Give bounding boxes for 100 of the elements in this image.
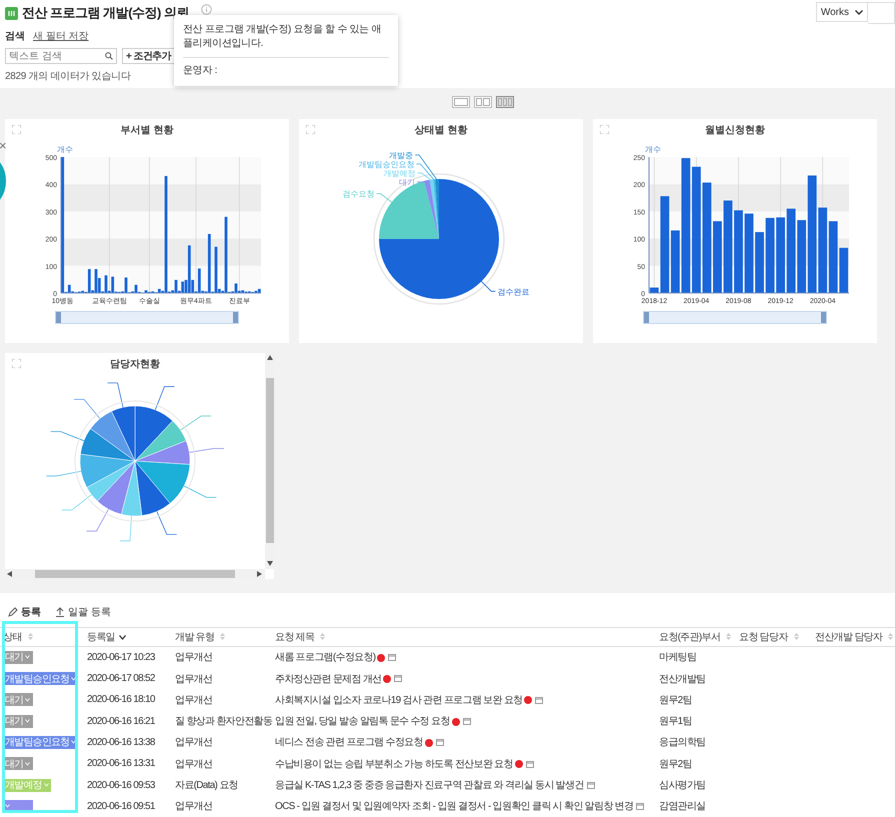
table-cell-text: 자료(Data) 요청: [174, 779, 239, 794]
request-title-link[interactable]: 주차정산관련 문제점 개선: [275, 674, 382, 685]
slice-label: 개발팀승인요청: [358, 160, 414, 169]
request-title-link[interactable]: 사회복지시설 입소자 코로나19 검사 관련 프로그램 보완 요청: [275, 694, 522, 706]
table-cell-text: 원무1팀: [658, 715, 693, 730]
slice-label: 개발중: [389, 150, 414, 160]
bar: [755, 232, 764, 293]
leader-line: [180, 415, 212, 430]
table-cell-text: 원무2팀: [658, 694, 693, 708]
table-cell-text: 업무개선: [174, 758, 214, 772]
table-cell-text: 2020-06-16 09:53: [86, 778, 156, 793]
horizontal-scrollbar[interactable]: [5, 568, 265, 579]
slice-label: 검수요청: [342, 189, 375, 198]
leader-line: [107, 382, 124, 408]
slice-label: 검수완료: [497, 286, 530, 296]
slice-label: 개발예정: [384, 168, 416, 178]
range-slider[interactable]: [643, 310, 827, 324]
request-title-link[interactable]: OCS - 입원 결정서 및 입원예약자 조회 - 입원 결정서 - 입원확인 클릭 시 확인 알림창 변경: [275, 801, 634, 812]
leader-line: [46, 470, 82, 476]
info-icon[interactable]: [201, 4, 212, 14]
vertical-scrollbar[interactable]: [265, 352, 275, 569]
leader-line: [376, 192, 393, 203]
window-icon[interactable]: [394, 675, 402, 682]
expand-icon[interactable]: [306, 124, 315, 134]
table-cell-text: 전산개발팀: [658, 672, 707, 687]
leader-line: [188, 448, 224, 452]
leader-line: [120, 515, 132, 541]
save-filter-link[interactable]: 새 필터 저장: [33, 29, 89, 43]
table-cell-text: 업무개선: [174, 736, 214, 750]
window-icon[interactable]: [586, 782, 595, 789]
table-cell-text: 감염관리실: [658, 800, 707, 814]
sort-desc-icon[interactable]: [118, 634, 126, 640]
upload-icon[interactable]: [55, 606, 65, 617]
request-title-link[interactable]: 입원 전일, 당일 발송 알림톡 문수 수정 요청: [275, 716, 450, 728]
column-header[interactable]: 요청 담당자: [736, 627, 812, 646]
window-icon[interactable]: [436, 739, 444, 746]
range-slider[interactable]: [55, 310, 239, 324]
sort-icon[interactable]: [320, 632, 326, 640]
leader-line: [61, 494, 92, 510]
expand-icon[interactable]: [12, 358, 21, 368]
table-cell-text: 2020-06-16 09:51: [86, 800, 156, 814]
chevron-down-icon[interactable]: [855, 10, 863, 14]
column-header[interactable]: 등록일: [84, 627, 172, 646]
table-cell-text: 2020-06-16 13:31: [86, 757, 156, 772]
sort-icon[interactable]: [794, 632, 799, 640]
result-count: 2829 개의 데이터가 있습니다: [5, 70, 130, 83]
leader-line: [480, 280, 496, 292]
leader-line: [50, 430, 84, 441]
leader-line: [184, 485, 217, 498]
table-cell-text: 업무개선: [174, 694, 214, 708]
workspace-select[interactable]: Works: [816, 2, 868, 22]
layout-toggle[interactable]: [496, 96, 514, 108]
table-cell-text: 질 향상과 환자안전활동: [174, 715, 272, 730]
layout-toggle[interactable]: [452, 96, 470, 108]
column-header[interactable]: 상태: [0, 627, 84, 646]
request-title-link[interactable]: 수납비용이 없는 승립 부분취소 가능 하도록 전산보완 요청: [275, 758, 513, 770]
expand-icon[interactable]: [600, 124, 609, 134]
axis-title: 개수: [645, 144, 661, 154]
table-cell-text: 2020-06-16 18:10: [86, 693, 156, 708]
scroll-arrow-icon[interactable]: [7, 570, 13, 577]
table-cell-text: 원무2팀: [658, 758, 693, 772]
pencil-icon[interactable]: [8, 606, 18, 617]
column-header[interactable]: 전산개발 담당자: [812, 627, 895, 646]
table-cell-text: 심사평가팀: [658, 779, 707, 794]
add-condition-button[interactable]: + 조건추가: [122, 48, 176, 64]
create-button[interactable]: 등록: [8, 604, 41, 619]
chart-title: 부서별 현황: [120, 124, 174, 137]
sort-icon[interactable]: [888, 632, 894, 640]
operator-label: 운영자 :: [183, 64, 218, 78]
request-title-link[interactable]: 응급실 K-TAS 1,2,3 중 중증 응급환자 진료구역 관찰료 와 격리실 동시 발생건: [275, 780, 584, 792]
column-header[interactable]: 요청 제목: [272, 627, 656, 646]
request-title-link[interactable]: 네디스 전송 관련 프로그램 수정요청: [275, 737, 423, 748]
window-icon[interactable]: [462, 718, 471, 726]
request-title-link[interactable]: 새롬 프로그램(수정요청): [275, 652, 376, 664]
leader-line: [86, 508, 109, 532]
table-cell: 2020-06-17 10:23: [84, 646, 172, 668]
chart-title: 상태별 현황: [414, 124, 468, 137]
column-header[interactable]: 개발 유형: [172, 627, 272, 646]
window-icon[interactable]: [535, 696, 544, 704]
expand-icon[interactable]: [12, 124, 21, 134]
chart-title: 담당자현황: [110, 358, 160, 371]
column-header[interactable]: 요청(주관)부서: [656, 627, 736, 646]
sort-icon[interactable]: [726, 632, 732, 640]
search-icon[interactable]: [105, 52, 113, 60]
chart-title: 월별신청현황: [705, 124, 765, 137]
scroll-arrow-icon[interactable]: [267, 354, 273, 361]
leader-line: [74, 398, 100, 419]
sort-icon[interactable]: [28, 632, 33, 640]
search-label: 검색: [5, 30, 25, 43]
sort-icon[interactable]: [220, 632, 226, 640]
app-icon: [5, 6, 18, 20]
close-icon[interactable]: ×: [0, 138, 7, 153]
window-icon[interactable]: [526, 760, 534, 768]
bulk-create-button[interactable]: 일괄 등록: [55, 604, 111, 619]
slice-label: 대기: [399, 178, 416, 187]
window-icon[interactable]: [388, 654, 396, 662]
layout-toggle[interactable]: [474, 96, 492, 108]
window-icon[interactable]: [636, 803, 644, 810]
table-cell-text: 2020-06-17 08:52: [86, 672, 156, 686]
search-field[interactable]: 텍스트 검색: [5, 48, 117, 64]
